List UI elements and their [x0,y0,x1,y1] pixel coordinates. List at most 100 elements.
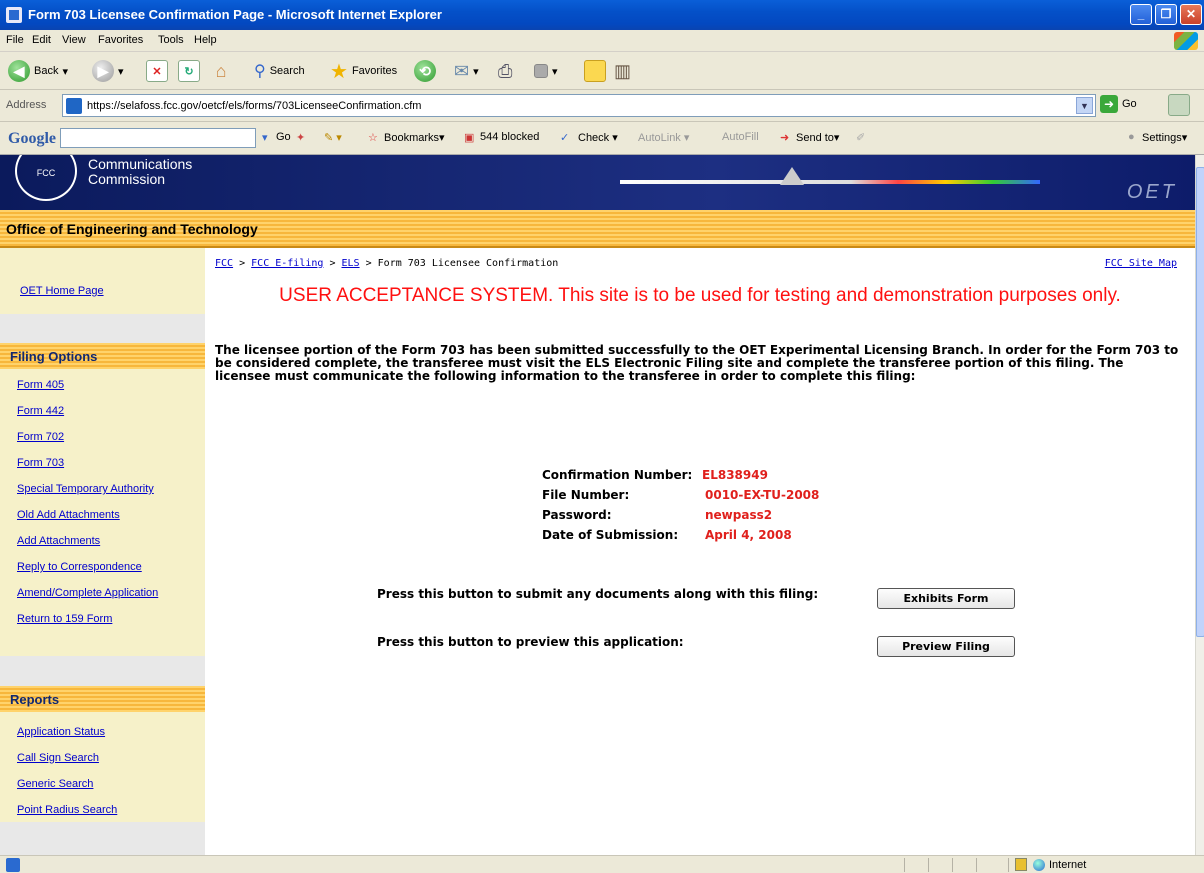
menu-help[interactable]: Help [194,34,217,46]
forward-arrow-icon: ▶ [92,60,114,82]
file-number-label: File Number: [542,488,630,502]
filing-options-list: Form 405 Form 442 Form 702 Form 703 Spec… [0,369,205,656]
menu-tools[interactable]: Tools [158,34,184,46]
submission-date-value: April 4, 2008 [705,528,792,542]
status-bar: Internet [0,855,1204,873]
password-label: Password: [542,508,612,522]
file-number-value: 0010-EX-TU-2008 [705,488,820,502]
fcc-org-line1: Communications [88,156,193,172]
research-button[interactable]: ▥ [614,59,631,83]
forward-dropdown-icon[interactable]: ▾ [118,65,124,78]
favorites-button[interactable]: ★ Favorites [330,59,397,83]
site-map-link[interactable]: FCC Site Map [1105,258,1177,269]
window-title: Form 703 Licensee Confirmation Page - Mi… [28,7,442,22]
sidebar-item-old-add-attachments[interactable]: Old Add Attachments [17,509,120,521]
home-button[interactable]: ⌂ [210,59,232,83]
preview-filing-button[interactable]: Preview Filing [877,636,1015,657]
sidebar-item-form-442[interactable]: Form 442 [17,405,64,417]
filing-options-heading: Filing Options [0,343,205,369]
google-logo[interactable]: Google [8,130,56,148]
history-button[interactable]: ⟲ [414,59,436,83]
mail-button[interactable]: ✉ ▾ [454,59,479,83]
vertical-scrollbar[interactable] [1195,155,1204,855]
menu-bar: File Edit View Favorites Tools Help [0,30,1204,52]
pagerank-icon[interactable]: ✦ [296,131,305,144]
forward-button[interactable]: ▶ ▾ [92,59,124,83]
sidebar-item-call-sign-search[interactable]: Call Sign Search [17,752,99,764]
menu-view[interactable]: View [62,34,86,46]
sidebar-item-return-to-159-form[interactable]: Return to 159 Form [17,613,112,625]
favorites-star-icon: ★ [330,60,348,83]
breadcrumb: FCC > FCC E-filing > ELS > Form 703 Lice… [215,258,558,269]
menu-edit[interactable]: Edit [32,34,51,46]
breadcrumb-els[interactable]: ELS [342,258,360,269]
uas-notice: USER ACCEPTANCE SYSTEM. This site is to … [279,285,1121,306]
sidebar-item-amend-complete-application[interactable]: Amend/Complete Application [17,587,158,599]
back-button[interactable]: ◀ Back ▾ [8,59,68,83]
breadcrumb-efiling[interactable]: FCC E-filing [251,258,323,269]
status-divider [904,858,905,872]
breadcrumb-fcc[interactable]: FCC [215,258,233,269]
sidebar-item-oet-home[interactable]: OET Home Page [20,285,104,297]
sidebar-item-form-703[interactable]: Form 703 [17,457,64,469]
sidebar-home-box: OET Home Page [0,248,205,314]
highlight-icon[interactable]: ✎ ▾ [324,131,342,144]
links-icon[interactable] [1168,94,1190,116]
address-input[interactable]: https://selafoss.fcc.gov/oetcf/els/forms… [62,94,1096,117]
discuss-button[interactable] [584,59,606,83]
sidebar-item-form-405[interactable]: Form 405 [17,379,64,391]
back-dropdown-icon[interactable]: ▾ [62,65,68,78]
status-divider [1008,858,1009,872]
sidebar-item-add-attachments[interactable]: Add Attachments [17,535,100,547]
menu-file[interactable]: File [6,34,24,46]
breadcrumb-separator: > [329,258,336,269]
popup-blocked-count[interactable]: 544 blocked [480,131,539,143]
sidebar-item-form-702[interactable]: Form 702 [17,431,64,443]
autofill-button[interactable]: AutoFill [722,131,759,143]
exhibits-form-button[interactable]: Exhibits Form [877,588,1015,609]
maximize-button[interactable]: ❐ [1155,4,1177,25]
mail-icon: ✉ [454,60,470,81]
lock-icon[interactable] [1015,858,1027,871]
close-button[interactable]: ✕ [1180,4,1202,25]
light-beam-graphic [620,180,1040,184]
back-label: Back [34,65,59,77]
bookmarks-star-icon: ☆ [368,132,378,144]
stop-button[interactable]: ✕ [146,59,168,83]
search-button[interactable]: ⚲ Search [254,59,305,83]
back-arrow-icon: ◀ [8,60,30,82]
settings-button[interactable]: Settings▾ [1142,131,1187,144]
mail-dropdown-icon[interactable]: ▾ [473,65,479,78]
edit-dropdown-icon[interactable]: ▾ [552,65,558,78]
breadcrumb-separator: > [365,258,372,269]
sidebar-item-point-radius-search[interactable]: Point Radius Search [17,804,117,816]
print-button[interactable]: ⎙ [498,59,512,83]
breadcrumb-separator: > [239,258,246,269]
oet-logo: OET [1126,181,1177,203]
sidebar-item-special-temporary-authority[interactable]: Special Temporary Authority [17,483,154,495]
google-search-input[interactable] [60,128,256,148]
sidebar-item-reply-to-correspondence[interactable]: Reply to Correspondence [17,561,142,573]
autolink-button[interactable]: AutoLink ▾ [638,131,689,144]
search-label: Search [269,65,305,77]
scrollbar-thumb[interactable] [1196,167,1204,637]
fcc-org-line2: Commission [88,171,166,187]
office-title: Office of Engineering and Technology [6,221,258,237]
refresh-button[interactable]: ↻ [178,59,200,83]
go-button[interactable]: ➜ Go [1100,95,1137,113]
menu-favorites[interactable]: Favorites [98,34,143,46]
sidebar-item-application-status[interactable]: Application Status [17,726,105,738]
status-divider [976,858,977,872]
edit-icon [534,64,548,78]
sendto-button[interactable]: Send to▾ [796,131,839,144]
check-button[interactable]: Check ▾ [578,131,618,144]
sidebar-item-generic-search[interactable]: Generic Search [17,778,93,790]
edit-button[interactable]: ▾ [534,59,558,83]
bookmarks-button[interactable]: Bookmarks▾ [384,131,445,144]
google-go-button[interactable]: Go [276,131,291,143]
fcc-seal-logo[interactable]: FCC [15,155,77,201]
minimize-button[interactable]: _ [1130,4,1152,25]
google-dropdown-icon[interactable]: ▾ [262,131,268,144]
address-url[interactable]: https://selafoss.fcc.gov/oetcf/els/forms… [87,100,421,112]
address-dropdown-icon[interactable]: ▼ [1076,97,1093,114]
